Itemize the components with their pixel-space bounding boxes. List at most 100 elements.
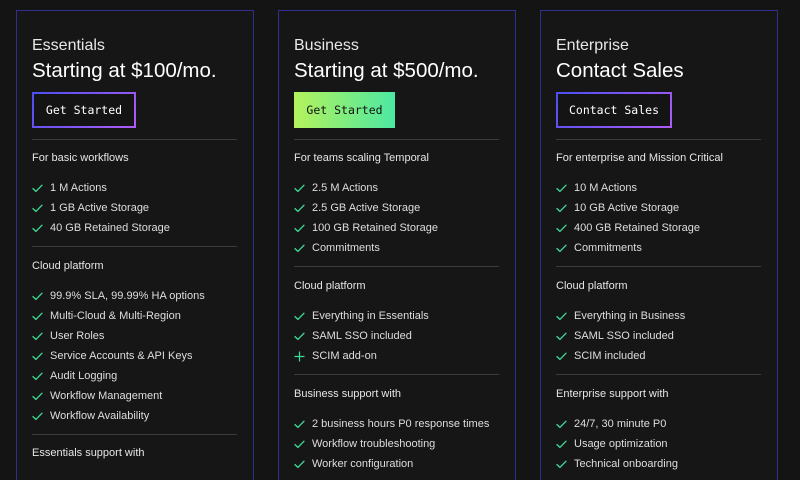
feature-item: 24/7, 30 minute P0 [556,416,666,432]
section-title: Essentials support with [32,447,145,459]
feature-label: 10 GB Active Storage [574,202,680,214]
feature-item: Audit Logging [32,368,117,384]
check-icon [294,241,312,255]
section-title: Business support with [294,388,401,400]
check-icon [32,389,50,403]
feature-label: 400 GB Retained Storage [574,222,700,234]
feature-item: 10 GB Active Storage [556,200,679,216]
section-title: For enterprise and Mission Critical [556,152,723,164]
divider [294,374,499,375]
feature-item: 1 GB Active Storage [32,200,149,216]
feature-label: 10 M Actions [574,182,637,194]
check-icon [556,181,574,195]
divider [294,139,499,140]
check-icon [294,437,312,451]
feature-item: 99.9% SLA, 99.99% HA options [32,288,205,304]
feature-item: Multi-Cloud & Multi-Region [32,308,181,324]
feature-label: 2 business hours P0 response times [312,418,490,430]
feature-label: 2.5 GB Active Storage [312,202,421,214]
feature-item: 100 GB Retained Storage [294,220,438,236]
feature-item: 1 M Actions [32,180,107,196]
check-icon [294,329,312,343]
feature-label: 1 M Actions [50,182,107,194]
feature-item: SAML SSO included [556,328,674,344]
pricing-card-business: Business Starting at $500/mo. Get Starte… [278,10,516,480]
check-icon [32,349,50,363]
plan-name: Essentials [32,37,105,54]
check-icon [32,181,50,195]
feature-label: 24/7, 30 minute P0 [574,418,667,430]
feature-item: 2 business hours P0 response times [294,416,489,432]
check-icon [32,289,50,303]
check-icon [32,201,50,215]
section-title: Cloud platform [32,260,104,272]
get-started-button[interactable]: Get Started [32,92,136,128]
section-title: For basic workflows [32,152,129,164]
feature-label: SAML SSO included [574,330,674,342]
feature-label: Workflow Availability [50,410,150,422]
check-icon [294,221,312,235]
feature-item: Workflow Availability [32,408,149,424]
divider [32,139,237,140]
check-icon [294,457,312,471]
section-title: For teams scaling Temporal [294,152,429,164]
check-icon [294,417,312,431]
check-icon [556,309,574,323]
feature-label: 99.9% SLA, 99.99% HA options [50,290,205,302]
section-title: Cloud platform [294,280,366,292]
check-icon [32,329,50,343]
check-icon [294,201,312,215]
feature-item: 400 GB Retained Storage [556,220,700,236]
feature-item: Workflow Management [32,388,162,404]
check-icon [32,369,50,383]
feature-item: 40 GB Retained Storage [32,220,170,236]
feature-item: Commitments [294,240,380,256]
section-title: Cloud platform [556,280,628,292]
plan-price: Starting at $500/mo. [294,59,479,82]
get-started-button[interactable]: Get Started [294,92,395,128]
feature-item: Usage optimization [556,436,668,452]
feature-label: Commitments [312,242,380,254]
feature-item: Everything in Essentials [294,308,429,324]
feature-item: Service Accounts & API Keys [32,348,192,364]
feature-label: Usage optimization [574,438,668,450]
feature-item: SCIM included [556,348,646,364]
feature-label: Workflow Management [50,390,163,402]
feature-item: SCIM add-on [294,348,377,364]
feature-label: Everything in Essentials [312,310,429,322]
feature-label: Service Accounts & API Keys [50,350,193,362]
pricing-card-enterprise: Enterprise Contact Sales Contact Sales F… [540,10,778,480]
pricing-card-essentials: Essentials Starting at $100/mo. Get Star… [16,10,254,480]
plan-price: Starting at $100/mo. [32,59,217,82]
feature-label: SCIM add-on [312,350,377,362]
feature-label: Everything in Business [574,310,686,322]
feature-item: 2.5 GB Active Storage [294,200,420,216]
feature-item: User Roles [32,328,104,344]
divider [556,266,761,267]
check-icon [294,181,312,195]
feature-label: Worker configuration [312,458,414,470]
check-icon [556,201,574,215]
feature-label: Audit Logging [50,370,118,382]
feature-label: Multi-Cloud & Multi-Region [50,310,181,322]
check-icon [556,221,574,235]
check-icon [556,241,574,255]
feature-label: 40 GB Retained Storage [50,222,170,234]
plan-name: Enterprise [556,37,629,54]
check-icon [556,457,574,471]
divider [32,246,237,247]
check-icon [556,417,574,431]
feature-label: 2.5 M Actions [312,182,379,194]
check-icon [32,309,50,323]
feature-item: Commitments [556,240,642,256]
feature-label: Commitments [574,242,642,254]
check-icon [556,329,574,343]
feature-label: SCIM included [574,350,646,362]
feature-label: Technical onboarding [574,458,678,470]
contact-sales-button[interactable]: Contact Sales [556,92,672,128]
divider [294,266,499,267]
feature-item: 2.5 M Actions [294,180,378,196]
check-icon [556,349,574,363]
feature-item: SAML SSO included [294,328,412,344]
check-icon [556,437,574,451]
